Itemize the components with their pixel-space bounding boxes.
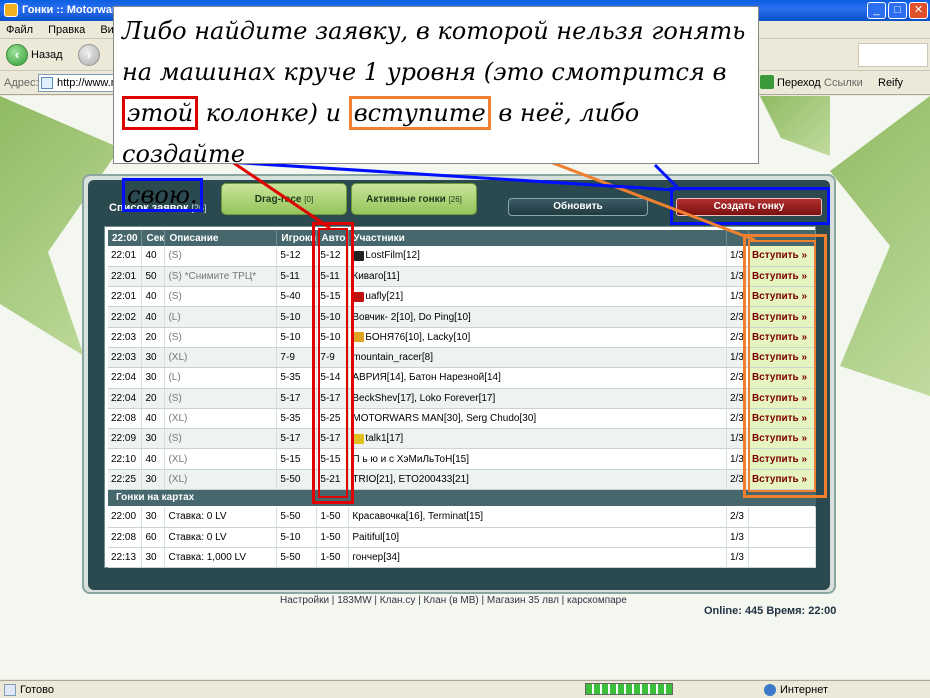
note-join-word: вступите (348, 96, 491, 130)
note-column-word: колонке) и (205, 99, 342, 127)
note-own: свою. (122, 178, 203, 212)
note-line-2: на машинах круче 1 уровня (это смотрится… (122, 58, 727, 86)
status-bar: Готово Интернет (0, 680, 930, 698)
globe-icon (764, 684, 776, 696)
status-text: Готово (20, 684, 54, 696)
load-progress-bar (585, 683, 673, 695)
note-line-4: свою. (122, 175, 750, 216)
instruction-note: Либо найдите заявку, в которой нельзя го… (113, 6, 759, 212)
note-line-3: этой колонке) и вступите в неё, либо соз… (122, 93, 750, 175)
page-status-icon (4, 684, 16, 696)
note-line-1: Либо найдите заявку, в которой нельзя го… (122, 17, 746, 45)
note-this-column: этой (122, 96, 199, 130)
zone-text: Интернет (780, 684, 828, 696)
